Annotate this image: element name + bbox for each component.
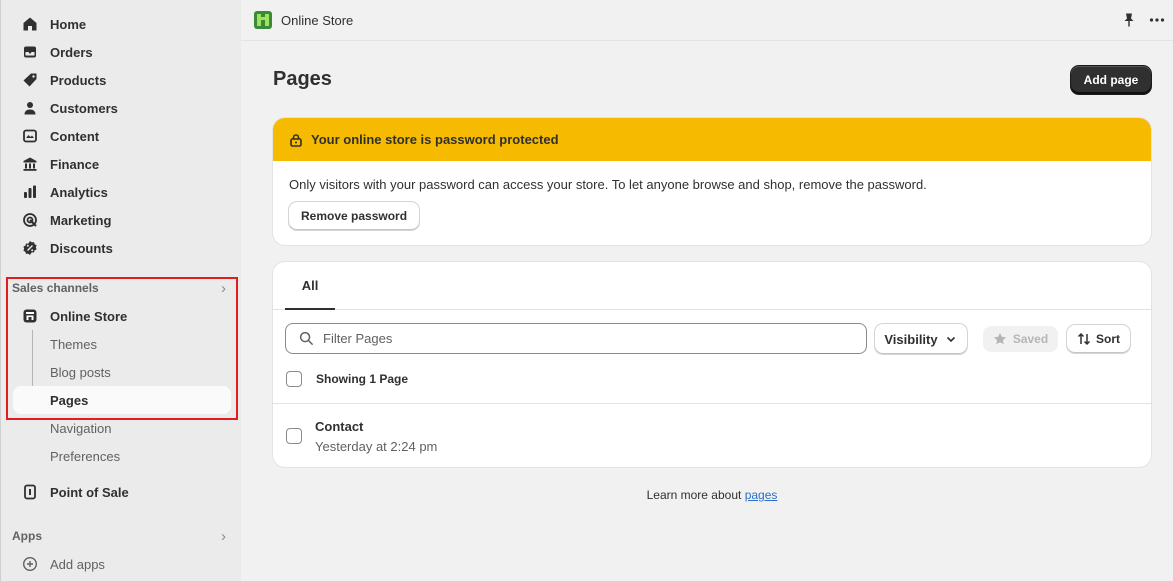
chevron-right-icon: › <box>221 527 226 545</box>
nav-label: Orders <box>50 44 93 60</box>
nav-item-finance[interactable]: Finance <box>13 150 231 178</box>
nav-item-analytics[interactable]: Analytics <box>13 178 231 206</box>
sort-label: Sort <box>1096 332 1120 346</box>
nav-label: Add apps <box>50 556 105 572</box>
content-icon <box>21 127 39 145</box>
nav-item-content[interactable]: Content <box>13 122 231 150</box>
visibility-filter-button[interactable]: Visibility <box>875 324 967 354</box>
highlight-box <box>6 277 238 420</box>
search-field[interactable] <box>285 323 867 354</box>
learn-more: Learn more about pages <box>273 488 1151 502</box>
home-icon <box>21 15 39 33</box>
banner-header: Your online store is password protected <box>273 118 1151 161</box>
more-options-icon[interactable] <box>1149 12 1165 28</box>
visibility-label: Visibility <box>884 331 938 347</box>
bank-icon <box>21 155 39 173</box>
pages-help-link[interactable]: pages <box>745 488 778 502</box>
lock-icon <box>290 133 302 147</box>
section-title: Apps <box>12 529 42 543</box>
nav-item-orders[interactable]: Orders <box>13 38 231 66</box>
nav-label: Home <box>50 16 87 32</box>
sort-icon <box>1077 332 1091 346</box>
nav-label: Marketing <box>50 212 112 228</box>
star-icon <box>993 333 1006 345</box>
tag-icon <box>21 71 39 89</box>
divider <box>273 403 1151 404</box>
saved-label: Saved <box>1012 332 1049 346</box>
nav-label: Content <box>50 128 100 144</box>
pin-icon[interactable] <box>1121 12 1137 28</box>
nav-label: Products <box>50 72 107 88</box>
nav-label: Point of Sale <box>50 484 129 500</box>
nav-item-customers[interactable]: Customers <box>13 94 231 122</box>
add-page-button[interactable]: Add page <box>1071 66 1151 94</box>
plus-circle-icon <box>21 555 39 573</box>
nav-label: Customers <box>50 100 118 116</box>
nav-item-discounts[interactable]: Discounts <box>13 234 231 262</box>
sort-button[interactable]: Sort <box>1067 325 1130 353</box>
sidebar: Home Orders Products Customers Content F… <box>0 0 241 581</box>
search-icon <box>299 331 314 346</box>
discount-icon <box>21 239 39 257</box>
tab-all[interactable]: All <box>285 262 335 310</box>
online-store-app-icon <box>253 10 273 30</box>
nav-item-add-apps[interactable]: Add apps <box>13 550 231 578</box>
search-input[interactable] <box>323 331 843 346</box>
person-icon <box>21 99 39 117</box>
page-title: Pages <box>273 68 332 90</box>
nav-item-point-of-sale[interactable]: Point of Sale <box>13 478 231 506</box>
row-checkbox[interactable] <box>286 428 302 444</box>
banner-body: Only visitors with your password can acc… <box>273 161 1151 230</box>
topbar-title: Online Store <box>281 12 354 28</box>
target-icon <box>21 211 39 229</box>
sub-item-preferences[interactable]: Preferences <box>13 442 231 470</box>
remove-password-button[interactable]: Remove password <box>289 202 420 230</box>
nav-label: Analytics <box>50 184 108 200</box>
inbox-icon <box>21 43 39 61</box>
nav-item-products[interactable]: Products <box>13 66 231 94</box>
select-all-checkbox[interactable] <box>286 371 302 387</box>
banner-title: Your online store is password protected <box>311 132 559 147</box>
page-row-timestamp: Yesterday at 2:24 pm <box>315 439 438 454</box>
password-banner: Your online store is password protected … <box>273 118 1151 245</box>
pos-icon <box>21 483 39 501</box>
nav-item-marketing[interactable]: Marketing <box>13 206 231 234</box>
apps-header[interactable]: Apps › <box>12 526 232 546</box>
nav-item-home[interactable]: Home <box>13 10 231 38</box>
banner-text: Only visitors with your password can acc… <box>289 177 927 192</box>
chevron-down-icon <box>946 336 955 343</box>
chart-icon <box>21 183 39 201</box>
pages-card: All Visibility Saved Sort Showing 1 Page… <box>273 262 1151 467</box>
learn-more-text: Learn more about <box>646 488 742 502</box>
showing-count: Showing 1 Page <box>316 372 409 386</box>
nav-label: Finance <box>50 156 100 172</box>
tabs: All <box>273 262 1151 310</box>
page-row-title[interactable]: Contact <box>315 419 363 434</box>
saved-button[interactable]: Saved <box>983 326 1058 352</box>
nav-label: Discounts <box>50 240 113 256</box>
topbar: Online Store <box>241 0 1173 41</box>
